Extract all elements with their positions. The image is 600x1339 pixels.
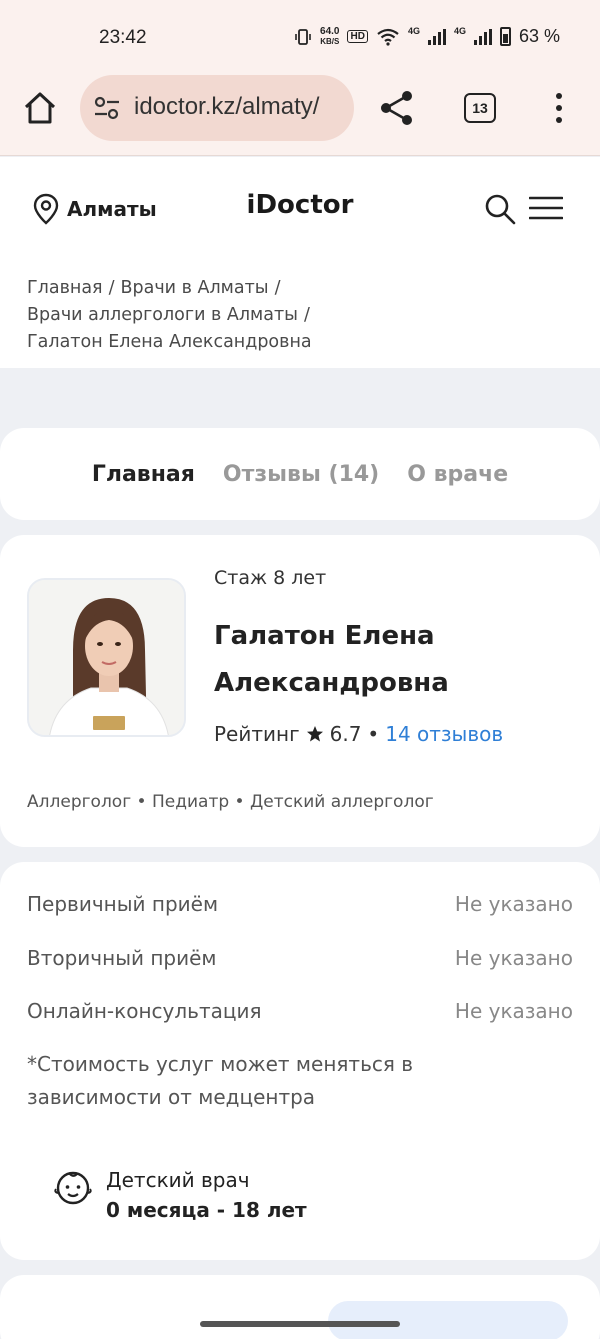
price-value: Не указано [454,946,573,970]
more-options-icon[interactable] [552,92,566,124]
price-row: Онлайн-консультация Не указано [27,999,573,1023]
star-icon [306,726,323,742]
share-icon[interactable] [380,90,414,126]
net-speed: 64.0 KB/S [320,25,340,46]
price-value: Не указано [454,892,573,916]
specialties: Аллерголог • Педиатр • Детский аллерголо… [27,792,434,812]
doctor-name-line2: Александровна [214,668,449,698]
kids-age-range: 0 месяца - 18 лет [106,1198,307,1222]
price-label: Онлайн-консультация [27,999,262,1023]
rating-value: 6.7 [329,722,362,746]
action-button[interactable] [328,1301,568,1339]
hamburger-menu-icon[interactable] [529,195,563,221]
gesture-bar[interactable] [200,1321,400,1327]
kids-doctor-title: Детский врач [106,1168,250,1192]
breadcrumb-doctors[interactable]: Врачи в Алматы [121,278,269,298]
prices-card: Первичный приём Не указано Вторичный при… [0,862,600,1260]
doctor-photo [27,578,186,737]
vibrate-icon [295,28,311,45]
tab-main[interactable]: Главная [92,462,195,487]
network-type-1: 4G [407,26,420,36]
home-icon[interactable] [22,90,58,126]
browser-chrome: 23:42 64.0 KB/S HD 4G 4G 63 % idoctor.kz/… [0,0,600,156]
signal-icon-2 [473,28,492,45]
wifi-icon [377,28,399,46]
kids-doctor-info: Детский врач 0 месяца - 18 лет [54,1168,307,1222]
site-settings-icon[interactable] [94,96,120,120]
rating: Рейтинг 6.7 • 14 отзывов [214,722,503,746]
site-header: Алматы iDoctor Главная / Врачи в Алматы / В… [0,157,600,368]
experience: Стаж 8 лет [214,567,327,589]
breadcrumb-current: Галатон Елена Александровна [27,332,312,352]
price-label: Вторичный приём [27,946,217,970]
price-row: Первичный приём Не указано [27,892,573,916]
status-bar: 23:42 64.0 KB/S HD 4G 4G 63 % [0,0,600,76]
breadcrumb-home[interactable]: Главная [27,278,103,298]
breadcrumb-allergists[interactable]: Врачи аллергологи в Алматы [27,305,298,325]
address-bar[interactable]: idoctor.kz/almaty/ [80,75,354,141]
rating-label: Рейтинг [214,722,300,746]
price-note: *Стоимость услуг может меняться в зависи… [27,1052,414,1109]
price-row: Вторичный приём Не указано [27,946,573,970]
price-value: Не указано [454,999,573,1023]
tab-about[interactable]: О враче [407,462,508,487]
tab-switcher-button[interactable]: 13 [464,93,496,123]
url-text: idoctor.kz/almaty/ [134,93,320,120]
battery-percent: 63 % [518,26,560,46]
profile-tabs: Главная Отзывы (14) О враче [0,428,600,520]
doctor-card: Стаж 8 лет Галатон Елена Александровна Р… [0,535,600,847]
rating-separator: • [367,722,380,746]
baby-face-icon [54,1171,92,1205]
price-label: Первичный приём [27,892,219,916]
doctor-name-line1: Галатон Елена [214,621,435,651]
network-type-2: 4G [453,26,466,36]
breadcrumb: Главная / Врачи в Алматы / Врачи аллерголог… [27,278,312,352]
status-icons: 64.0 KB/S HD 4G 4G 63 % [294,26,560,47]
hd-badge: HD [347,30,368,43]
next-card [0,1275,600,1339]
tab-reviews[interactable]: Отзывы (14) [223,462,379,487]
signal-icon [427,28,446,45]
reviews-link[interactable]: 14 отзывов [385,722,503,746]
battery-icon [499,27,511,46]
doctor-name: Галатон Елена Александровна [214,613,574,707]
status-time: 23:42 [99,27,147,48]
search-icon[interactable] [484,193,516,225]
